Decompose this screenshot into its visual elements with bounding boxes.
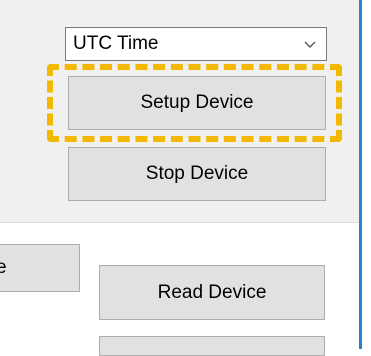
panel-divider bbox=[0, 222, 359, 223]
time-mode-selected-value: UTC Time bbox=[73, 33, 159, 54]
read-device-button[interactable]: Read Device bbox=[99, 265, 325, 320]
partial-button-label: e bbox=[0, 257, 7, 279]
top-panel: UTC Time Setup Device Stop Device bbox=[0, 0, 359, 222]
bottom-button[interactable] bbox=[99, 336, 325, 356]
read-device-label: Read Device bbox=[157, 281, 267, 303]
setup-device-button[interactable]: Setup Device bbox=[68, 76, 326, 130]
stop-device-button[interactable]: Stop Device bbox=[68, 147, 326, 201]
partial-button[interactable]: e bbox=[0, 244, 80, 292]
chevron-down-icon[interactable] bbox=[299, 34, 321, 54]
time-mode-dropdown[interactable]: UTC Time bbox=[65, 27, 327, 61]
setup-device-label: Setup Device bbox=[140, 92, 254, 113]
application-window: UTC Time Setup Device Stop Device e Read… bbox=[0, 0, 362, 356]
stop-device-label: Stop Device bbox=[145, 163, 249, 184]
